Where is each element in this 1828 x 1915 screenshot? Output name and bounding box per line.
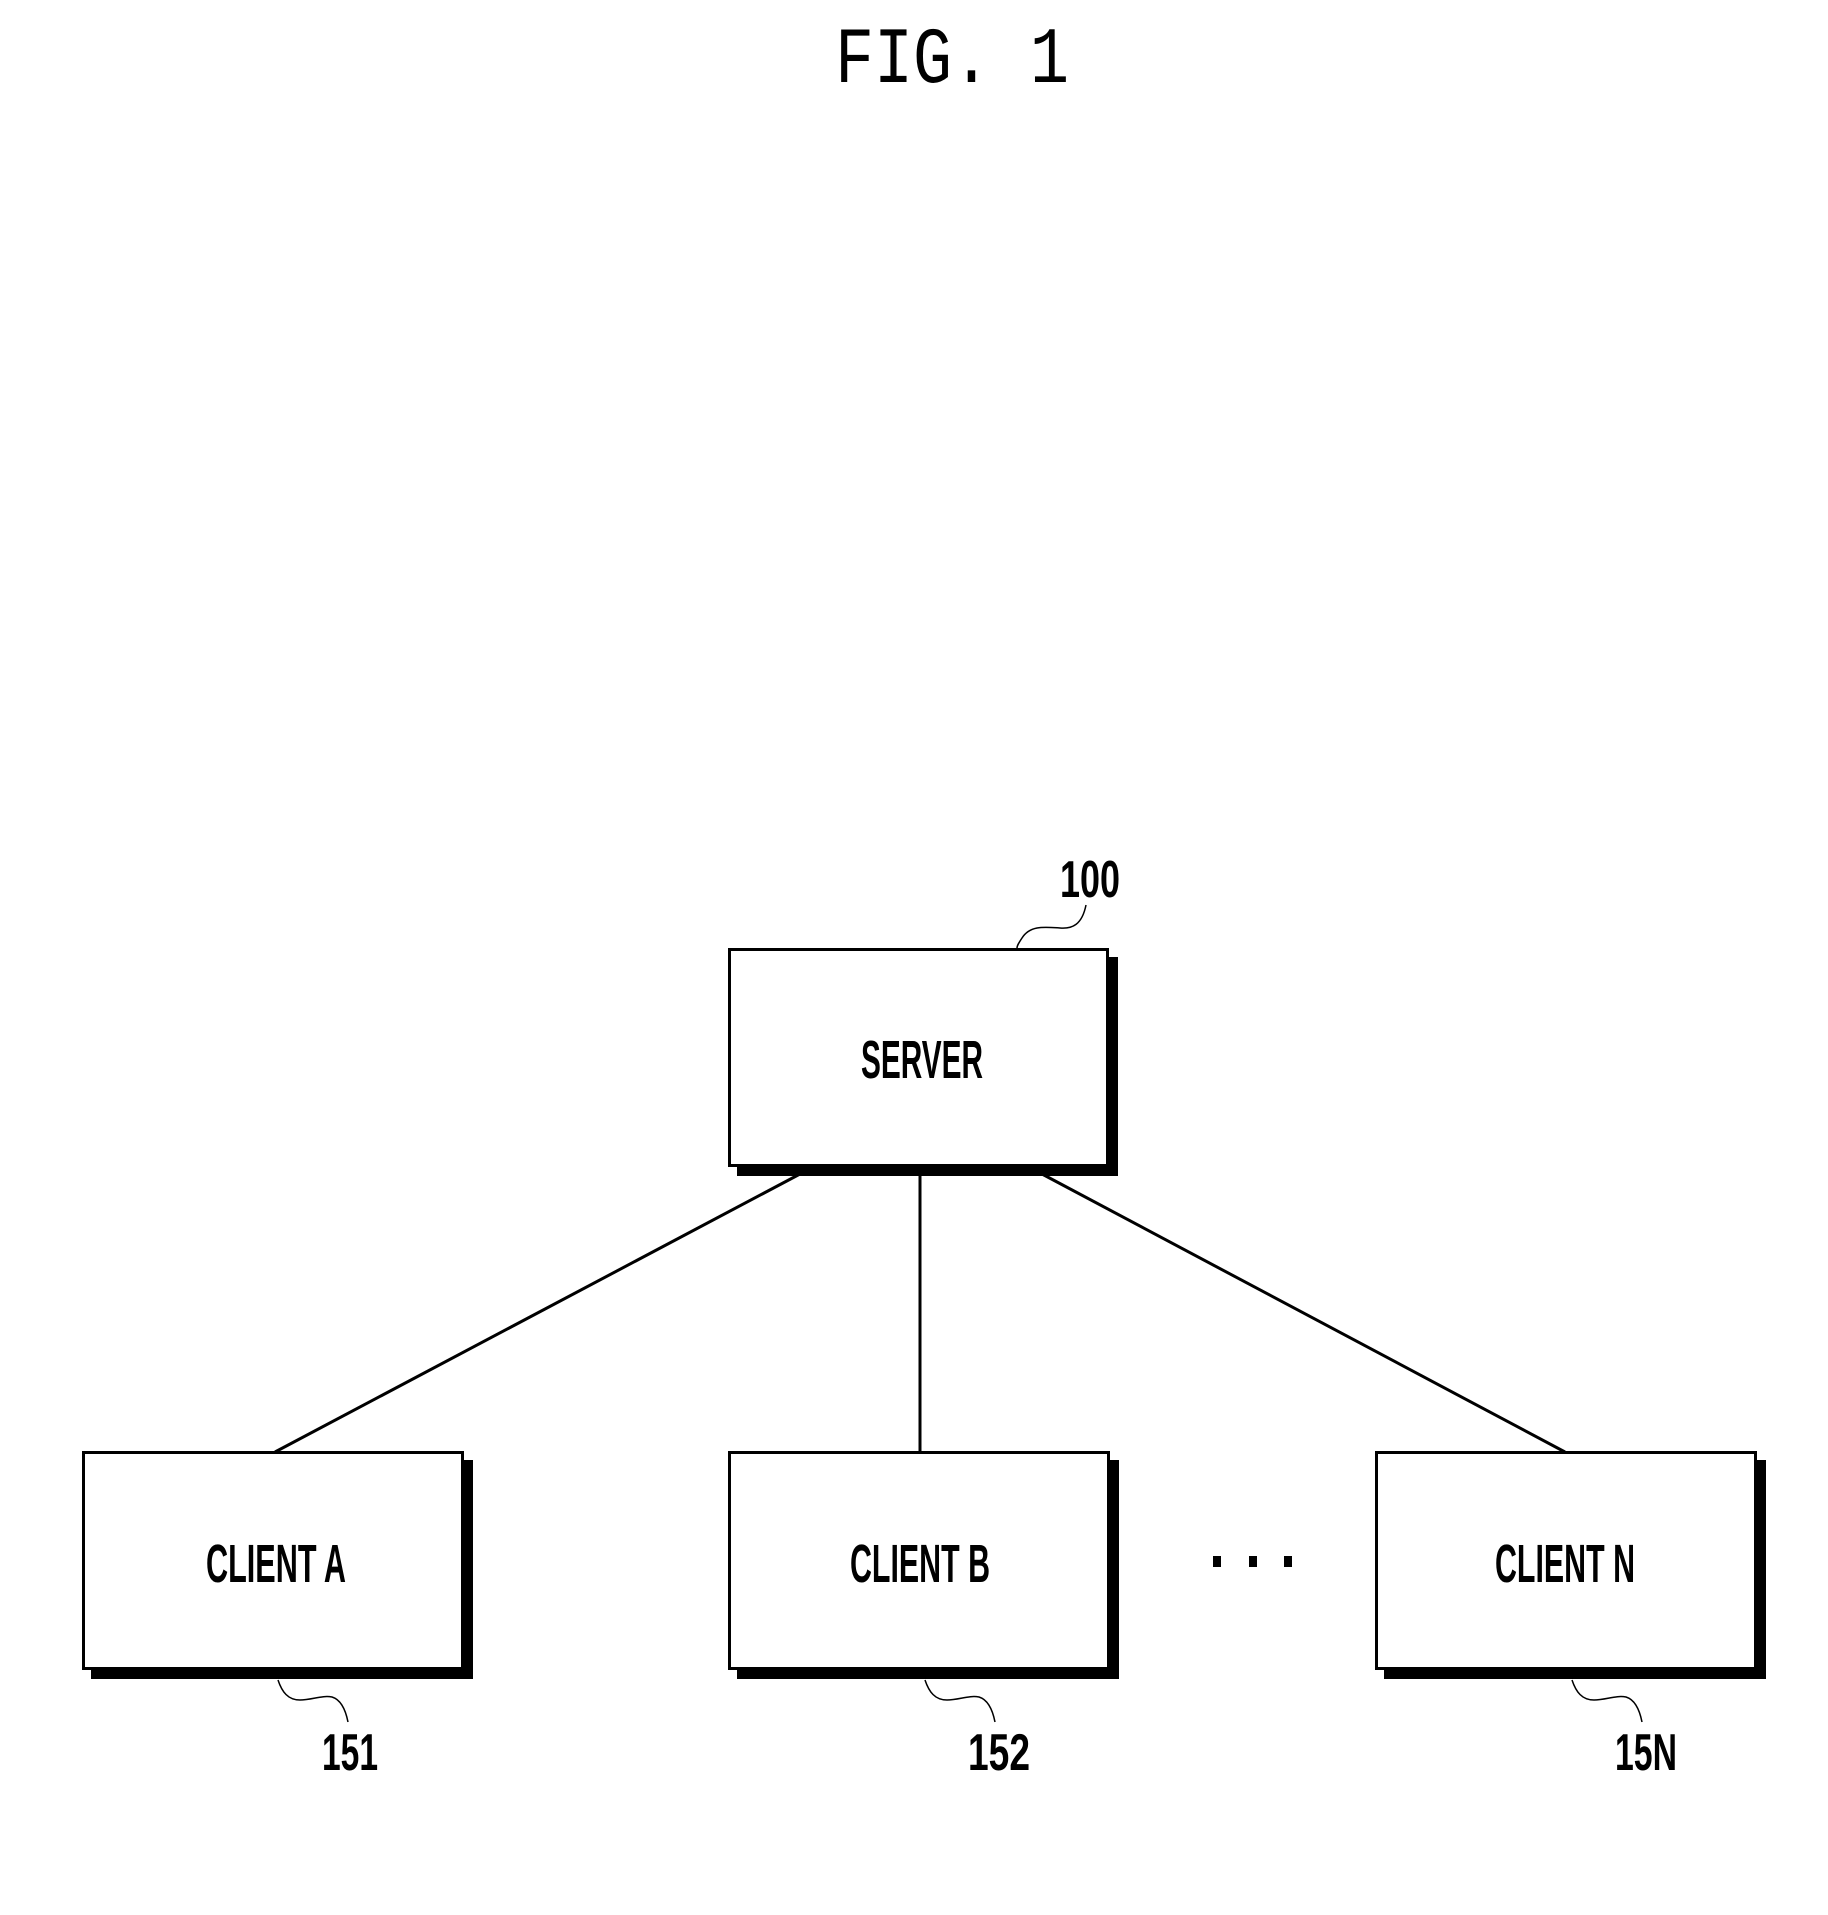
client-a-ref-leader xyxy=(277,1679,349,1723)
client-n-label: CLIENT N xyxy=(1495,1534,1635,1594)
client-node-a: CLIENT A 151 xyxy=(82,1451,473,1782)
server-ref-leader xyxy=(1016,904,1087,949)
connection-server-client-a xyxy=(274,1172,801,1454)
client-n-ref-number: 15N xyxy=(1615,1724,1677,1782)
client-b-label: CLIENT B xyxy=(850,1534,990,1594)
connection-server-client-n xyxy=(1041,1172,1566,1454)
server-ref-number: 100 xyxy=(1060,851,1120,909)
diagram-canvas: FIG. 1 SERVER 100 CLIENT A 151 CLIENT B … xyxy=(82,16,1766,1782)
connection-lines xyxy=(274,1172,1566,1454)
ellipsis-more-clients xyxy=(1213,1556,1292,1567)
ellipsis-dot xyxy=(1249,1556,1257,1567)
ellipsis-dot xyxy=(1284,1556,1292,1567)
figure-title: FIG. 1 xyxy=(835,16,1069,107)
ellipsis-dot xyxy=(1213,1556,1221,1567)
client-a-ref-number: 151 xyxy=(322,1724,378,1782)
client-b-ref-number: 152 xyxy=(968,1724,1030,1782)
client-n-ref-leader xyxy=(1571,1679,1643,1723)
server-node: SERVER 100 xyxy=(728,851,1120,1176)
client-b-ref-leader xyxy=(924,1679,996,1723)
client-node-n: CLIENT N 15N xyxy=(1375,1451,1766,1782)
client-node-b: CLIENT B 152 xyxy=(728,1451,1119,1782)
client-a-label: CLIENT A xyxy=(206,1534,346,1594)
server-label: SERVER xyxy=(861,1030,983,1090)
